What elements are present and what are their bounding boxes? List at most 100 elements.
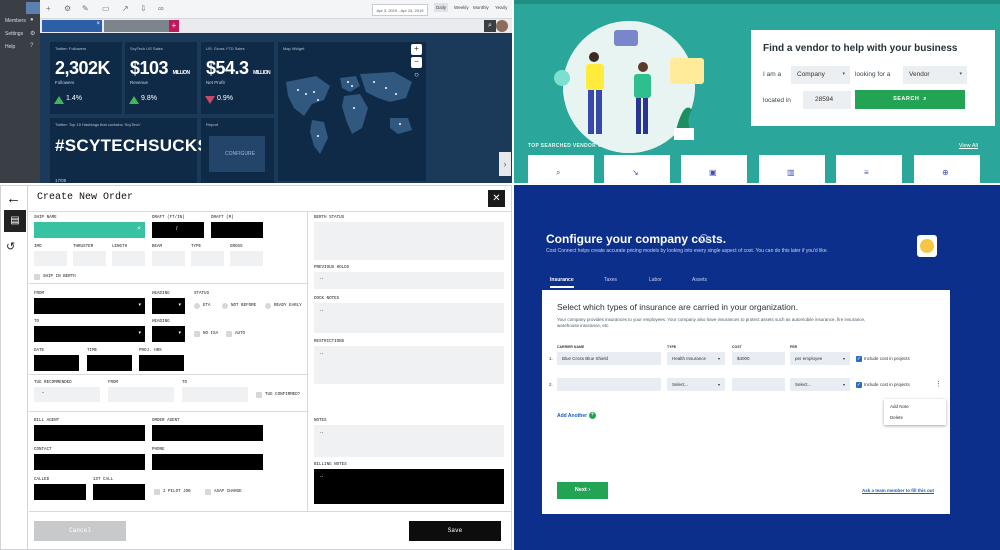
history-icon[interactable]: ↺ — [6, 240, 15, 253]
zoom-out-button[interactable]: − — [411, 57, 422, 68]
view-all-link[interactable]: View All — [959, 143, 978, 149]
berth-status-field[interactable] — [314, 222, 504, 260]
bill-agent-input[interactable] — [34, 425, 145, 441]
contact-input[interactable] — [34, 454, 145, 470]
map-widget[interactable]: Map Widget + − ○ — [278, 42, 426, 181]
include-cost-checkbox[interactable]: ✓ — [856, 382, 862, 388]
cost-input[interactable]: $4000 — [732, 352, 785, 365]
close-icon[interactable]: ✕ — [488, 190, 505, 207]
tab-insurance[interactable]: Insurance — [550, 277, 574, 288]
zip-input[interactable]: 28594 — [803, 91, 851, 109]
period-yearly[interactable]: Yearly — [495, 5, 507, 10]
imo-input[interactable] — [34, 251, 67, 266]
dock-notes-field[interactable]: .. — [314, 303, 504, 333]
menu-item-delete[interactable]: Delete — [890, 415, 903, 420]
beam-input[interactable] — [152, 251, 185, 266]
order-agent-input[interactable] — [152, 425, 263, 441]
billing-notes-field[interactable]: .. — [314, 469, 504, 504]
ready-early-radio[interactable] — [265, 303, 271, 309]
tug-to-input[interactable] — [182, 387, 248, 402]
menu-item-add-note[interactable]: Add Note — [890, 404, 909, 409]
tab-taxes[interactable]: Taxes — [604, 277, 617, 283]
date-range-picker[interactable]: Apr 3, 2019 - Apr 15, 2019 — [372, 4, 428, 16]
vendor-select[interactable]: Vendor ▾ — [903, 66, 967, 84]
configure-label[interactable]: CONFIGURE — [225, 151, 255, 157]
tug-confirmed-checkbox[interactable] — [256, 392, 262, 398]
comment-icon[interactable]: ▭ — [102, 4, 110, 13]
sidebar-item-help[interactable]: Help — [5, 44, 15, 50]
add-another-button[interactable]: Add Another — [557, 413, 587, 419]
restrictions-field[interactable]: .. — [314, 346, 504, 384]
sidebar-item-settings[interactable]: Settings — [5, 31, 23, 37]
not-before-radio[interactable] — [222, 303, 228, 309]
notes-field[interactable]: .. — [314, 425, 504, 457]
category-trend[interactable]: ↘ — [604, 155, 670, 183]
document-icon[interactable]: ▤ — [4, 210, 26, 232]
tug-recommended-input[interactable]: - — [34, 387, 100, 402]
phone-input[interactable] — [152, 454, 263, 470]
category-shipping[interactable]: ▣ — [681, 155, 747, 183]
search-button[interactable]: SEARCH ⌕ — [855, 90, 965, 109]
carrier-input[interactable] — [557, 378, 661, 391]
edit-icon[interactable]: ✎ — [82, 4, 89, 13]
settings-icon[interactable]: ⚙ — [64, 4, 71, 13]
gross-input[interactable] — [230, 251, 263, 266]
tab-assets[interactable]: Assets — [692, 277, 707, 283]
search-icon[interactable]: ⌕ — [484, 20, 496, 32]
link-icon[interactable]: ∞ — [158, 4, 164, 13]
ask-team-member-link[interactable]: Ask a team member to fill this out — [862, 488, 934, 493]
ship-in-berth-checkbox[interactable] — [34, 274, 40, 280]
time-input[interactable] — [87, 355, 132, 371]
no-isa-checkbox[interactable] — [194, 331, 200, 337]
length-input[interactable] — [112, 251, 145, 266]
more-options-icon[interactable]: ⋮ — [935, 380, 942, 388]
avatar[interactable] — [496, 20, 508, 32]
download-icon[interactable]: ⇩ — [140, 4, 147, 13]
first-call-input[interactable] — [93, 484, 145, 500]
date-input[interactable] — [34, 355, 79, 371]
dashboard-tab-1[interactable]: × — [42, 20, 102, 32]
heading2-select[interactable]: ▾ — [152, 326, 185, 342]
tab-labor[interactable]: Labor — [649, 277, 662, 283]
company-select[interactable]: Company ▾ — [791, 66, 850, 84]
ship-name-input[interactable]: ⌕ — [34, 222, 145, 238]
close-icon[interactable]: × — [96, 21, 100, 27]
hashtag-card[interactable]: Twitter: Top 10 Hashtags that contains '… — [50, 118, 209, 183]
add-icon[interactable]: + — [46, 4, 51, 13]
next-page-arrow[interactable]: › — [499, 152, 511, 176]
previous-holds-field[interactable]: .. — [314, 272, 504, 289]
metric-card-net-profit[interactable]: US: Gross YTD Sales $54.3 MILLION Net Pr… — [201, 42, 274, 114]
from-select[interactable]: ▾ — [34, 298, 145, 314]
add-tab-button[interactable]: + — [169, 20, 179, 32]
metric-card-followers[interactable]: Twitter: Followers 2,302K Followers 1.4% — [50, 42, 122, 114]
report-card[interactable]: Report CONFIGURE — [201, 118, 274, 183]
draft-ft-input[interactable]: / — [152, 222, 204, 238]
cancel-button[interactable]: Cancel — [34, 521, 126, 541]
dashboard-tab-2[interactable] — [104, 20, 170, 32]
heading-select[interactable]: ▾ — [152, 298, 185, 314]
back-arrow-icon[interactable]: ← — [6, 190, 21, 207]
tug-from-input[interactable] — [108, 387, 174, 402]
include-cost-checkbox[interactable]: ✓ — [856, 356, 862, 362]
category-add[interactable]: ⊕ — [914, 155, 980, 183]
metric-card-revenue[interactable]: ScyTech US Sales $103 MILLION Revenue 9.… — [125, 42, 197, 114]
category-analytics[interactable]: ▥ — [759, 155, 825, 183]
add-circle-icon[interactable]: + — [589, 412, 596, 419]
draft-m-input[interactable] — [211, 222, 263, 238]
type-select[interactable]: Select... ▾ — [667, 378, 725, 391]
auto-checkbox[interactable] — [226, 331, 232, 337]
info-icon[interactable]: i — [700, 234, 708, 242]
asap-checkbox[interactable] — [205, 489, 211, 495]
called-input[interactable] — [34, 484, 86, 500]
next-button[interactable]: Next › — [557, 482, 608, 499]
to-select[interactable]: ▾ — [34, 326, 145, 342]
sidebar-item-members[interactable]: Members — [5, 18, 26, 24]
menu-icon[interactable] — [26, 2, 40, 14]
category-list[interactable]: ≡ — [836, 155, 902, 183]
carrier-input[interactable]: Blue Cross Blue Shield — [557, 352, 661, 365]
save-button[interactable]: Save — [409, 521, 501, 541]
locate-icon[interactable]: ○ — [411, 70, 422, 81]
zoom-in-button[interactable]: + — [411, 44, 422, 55]
period-weekly[interactable]: Weekly — [454, 5, 469, 10]
type-select[interactable]: Health Insurance ▾ — [667, 352, 725, 365]
